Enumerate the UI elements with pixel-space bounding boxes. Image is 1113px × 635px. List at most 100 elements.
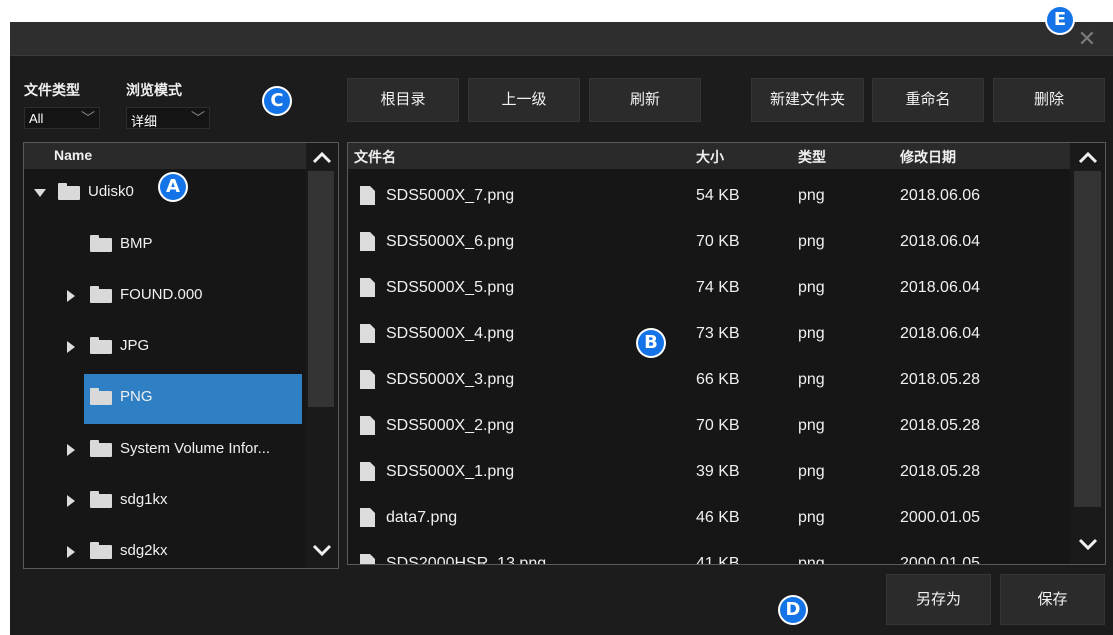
tree-item-label: BMP — [120, 235, 153, 252]
delete-button[interactable]: 删除 — [993, 78, 1105, 122]
column-type-header[interactable]: 类型 — [798, 147, 826, 167]
file-row[interactable]: SDS5000X_7.png 54 KB png 2018.06.06 — [348, 174, 1070, 220]
chevron-down-icon: ﹀ — [81, 110, 95, 126]
file-row[interactable]: data7.png 46 KB png 2000.01.05 — [348, 496, 1070, 542]
new-folder-button[interactable]: 新建文件夹 — [751, 78, 864, 122]
save-as-button[interactable]: 另存为 — [886, 574, 991, 625]
file-date-cell: 2018.06.04 — [900, 325, 981, 342]
file-type-cell: png — [798, 279, 825, 296]
file-dialog: ✕ 文件类型 All ﹀ 浏览模式 详细 ﹀ 根目录 上一级 刷新 新建文件夹 … — [10, 22, 1113, 635]
rename-button[interactable]: 重命名 — [872, 78, 984, 122]
folder-icon — [90, 491, 112, 508]
tree-scroll-thumb[interactable] — [308, 171, 334, 407]
browse-mode-label: 浏览模式 — [126, 82, 182, 98]
folder-icon — [90, 388, 112, 405]
tree-scrollbar[interactable] — [306, 143, 338, 568]
file-size-cell: 66 KB — [696, 371, 740, 388]
file-name-cell: SDS5000X_5.png — [386, 279, 515, 296]
folder-icon — [90, 286, 112, 303]
file-type-select[interactable]: All ﹀ — [24, 107, 100, 129]
file-icon — [360, 232, 375, 251]
tree-item-label: Udisk0 — [88, 183, 134, 200]
callout-badge-c: C — [264, 88, 290, 114]
file-list-panel: 文件名 大小 类型 修改日期 SDS5000X_7.png 54 KB png 201… — [347, 142, 1106, 565]
file-size-cell: 41 KB — [696, 555, 740, 565]
tree-item[interactable]: sdg1kx — [24, 477, 306, 523]
file-size-cell: 39 KB — [696, 463, 740, 480]
file-size-cell: 54 KB — [696, 187, 740, 204]
file-name-cell: SDS5000X_4.png — [386, 325, 515, 342]
callout-badge-e: E — [1047, 7, 1073, 33]
expand-triangle-icon[interactable] — [67, 444, 75, 456]
chevron-down-icon[interactable] — [1076, 533, 1100, 555]
file-date-cell: 2018.06.04 — [900, 279, 981, 296]
file-row[interactable]: SDS2000HSR_13.png 41 KB png 2000.01.05 — [348, 542, 1070, 565]
tree-item-selection — [84, 374, 302, 424]
expand-triangle-icon[interactable] — [67, 546, 75, 558]
callout-badge-a: A — [160, 174, 186, 200]
file-icon — [360, 186, 375, 205]
expand-triangle-icon[interactable] — [67, 495, 75, 507]
tree-item[interactable]: FOUND.000 — [24, 272, 306, 318]
expand-triangle-icon[interactable] — [67, 290, 75, 302]
file-row[interactable]: SDS5000X_4.png 73 KB png 2018.06.04 — [348, 312, 1070, 358]
file-date-cell: 2018.06.06 — [900, 187, 981, 204]
folder-tree-panel: Name Udisk0 BMP FOUND.000 JPG PNG System Volu… — [23, 142, 339, 569]
file-icon — [360, 554, 375, 564]
chevron-up-icon[interactable] — [1076, 147, 1100, 169]
root-directory-button[interactable]: 根目录 — [347, 78, 459, 122]
tree-item[interactable]: PNG — [24, 374, 306, 424]
file-size-cell: 46 KB — [696, 509, 740, 526]
tree-item[interactable]: sdg2kx — [24, 528, 306, 568]
file-row[interactable]: SDS5000X_1.png 39 KB png 2018.05.28 — [348, 450, 1070, 496]
file-type-value: All — [29, 111, 44, 126]
tree-item[interactable]: JPG — [24, 323, 306, 369]
file-date-cell: 2000.01.05 — [900, 509, 981, 526]
tree-item-label: FOUND.000 — [120, 286, 203, 303]
tree-item-label: PNG — [120, 388, 153, 405]
file-icon — [360, 370, 375, 389]
file-list-scroll-thumb[interactable] — [1074, 171, 1101, 507]
refresh-button[interactable]: 刷新 — [589, 78, 701, 122]
save-button[interactable]: 保存 — [1000, 574, 1105, 625]
tree-item[interactable]: BMP — [24, 221, 306, 267]
callout-badge-b: B — [638, 330, 664, 356]
file-size-cell: 74 KB — [696, 279, 740, 296]
file-name-cell: SDS2000HSR_13.png — [386, 555, 547, 565]
column-size-header[interactable]: 大小 — [696, 147, 724, 167]
file-type-cell: png — [798, 187, 825, 204]
file-row[interactable]: SDS5000X_6.png 70 KB png 2018.06.04 — [348, 220, 1070, 266]
file-date-cell: 2018.05.28 — [900, 371, 981, 388]
file-row[interactable]: SDS5000X_3.png 66 KB png 2018.05.28 — [348, 358, 1070, 404]
file-list-scrollbar[interactable] — [1070, 143, 1105, 564]
tree-header: Name — [24, 143, 306, 169]
browse-mode-select[interactable]: 详细 ﹀ — [126, 107, 210, 129]
file-date-cell: 2018.05.28 — [900, 417, 981, 434]
chevron-up-icon[interactable] — [310, 147, 334, 169]
file-icon — [360, 508, 375, 527]
expand-triangle-icon[interactable] — [34, 189, 46, 197]
file-icon — [360, 416, 375, 435]
column-name-header[interactable]: 文件名 — [354, 147, 396, 167]
file-row[interactable]: SDS5000X_5.png 74 KB png 2018.06.04 — [348, 266, 1070, 312]
up-level-button[interactable]: 上一级 — [468, 78, 580, 122]
close-button[interactable]: ✕ — [1075, 28, 1099, 50]
column-date-header[interactable]: 修改日期 — [900, 147, 956, 167]
file-date-cell: 2018.06.04 — [900, 233, 981, 250]
file-name-cell: data7.png — [386, 509, 458, 526]
file-row[interactable]: SDS5000X_2.png 70 KB png 2018.05.28 — [348, 404, 1070, 450]
expand-triangle-icon[interactable] — [67, 341, 75, 353]
title-bar: ✕ — [10, 22, 1113, 56]
chevron-down-icon[interactable] — [310, 539, 334, 561]
file-type-cell: png — [798, 233, 825, 250]
file-type-cell: png — [798, 555, 825, 565]
tree-item-label: JPG — [120, 337, 150, 354]
file-list-header: 文件名 大小 类型 修改日期 — [348, 143, 1070, 169]
file-type-cell: png — [798, 325, 825, 342]
callout-badge-d: D — [780, 597, 806, 623]
tree-header-name: Name — [54, 147, 93, 163]
tree-item[interactable]: System Volume Infor... — [24, 426, 306, 472]
file-size-cell: 70 KB — [696, 417, 740, 434]
folder-icon — [90, 337, 112, 354]
folder-icon — [58, 183, 80, 200]
